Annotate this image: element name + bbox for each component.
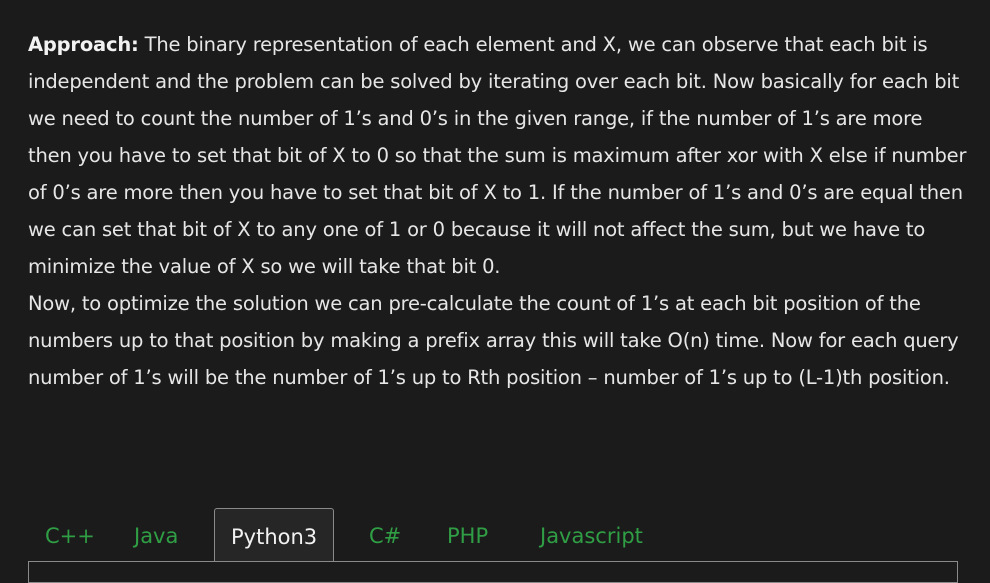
tab-javascript[interactable]: Javascript <box>540 508 643 562</box>
tab-java[interactable]: Java <box>134 508 178 562</box>
tab-cpp[interactable]: C++ <box>45 508 95 562</box>
tab-python3[interactable]: Python3 <box>214 508 335 564</box>
approach-text: The binary representation of each elemen… <box>28 33 967 278</box>
optimization-paragraph: Now, to optimize the solution we can pre… <box>28 292 959 389</box>
article-body: Approach: The binary representation of e… <box>28 26 968 396</box>
code-panel <box>28 561 958 583</box>
approach-label: Approach: <box>28 33 139 56</box>
tab-csharp[interactable]: C# <box>369 508 401 562</box>
approach-paragraph: Approach: The binary representation of e… <box>28 26 968 285</box>
tab-php[interactable]: PHP <box>447 508 488 562</box>
